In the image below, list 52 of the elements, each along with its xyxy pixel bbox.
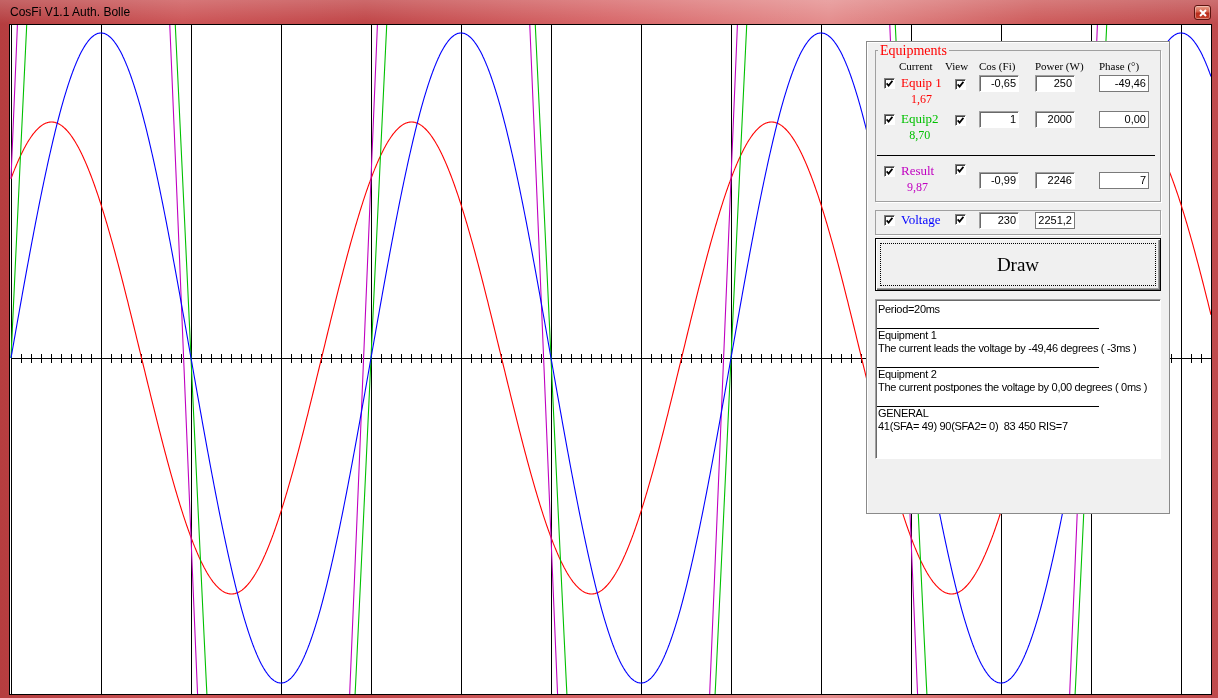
log-line: Equipment 1	[878, 329, 937, 342]
window-title: CosFi V1.1 Auth. Bolle	[10, 4, 131, 20]
column-header: Cos (Fi)	[979, 59, 1016, 73]
checkbox[interactable]	[884, 215, 895, 226]
output-field[interactable]: Period=20ms Equipment 1 The current leads the voltage by -49,46 degrees ( -3ms ) Equipment 2 The current postpones the voltage by 0,00 degrees ( 0ms ) GENERAL 41(SFA= 49) 90(SFA2= 0) 83 450 RIS=7	[875, 299, 1161, 459]
current-reading: 9,87	[907, 180, 929, 194]
log-line: Period=20ms	[878, 303, 940, 316]
log-line: GENERAL	[878, 407, 929, 420]
power-field[interactable]: 2000	[1035, 111, 1075, 128]
cos-fi-field[interactable]: -0,99	[979, 172, 1019, 189]
equipment-name: Equip2	[901, 112, 939, 126]
view-checkbox[interactable]	[955, 214, 966, 225]
view-checkbox[interactable]	[955, 164, 966, 175]
view-checkbox[interactable]	[955, 115, 966, 126]
phase-field[interactable]: -49,46	[1099, 75, 1149, 92]
checkmark-icon	[957, 216, 964, 223]
column-header: Current	[899, 59, 933, 73]
power-field[interactable]: 250	[1035, 75, 1075, 92]
checkmark-icon	[957, 117, 964, 124]
column-header: View	[945, 59, 969, 73]
cos-fi-field[interactable]: -0,65	[979, 75, 1019, 92]
checkbox[interactable]	[884, 78, 895, 89]
cos-fi-field[interactable]: 1	[979, 111, 1019, 128]
voltage-field[interactable]: 230	[979, 212, 1019, 229]
log-line: 41(SFA= 49) 90(SFA2= 0) 83 450 RIS=7	[878, 420, 1068, 433]
checkmark-icon	[886, 80, 893, 87]
current-reading: 1,67	[910, 92, 932, 106]
group-title: Equipments	[879, 43, 948, 58]
equipment-name: Equip 1	[901, 76, 942, 90]
column-header: Power (W)	[1035, 59, 1084, 73]
checkbox[interactable]	[884, 114, 895, 125]
column-header: Phase (°)	[1099, 59, 1140, 73]
log-line: The current leads the voltage by -49,46 degrees ( -3ms )	[878, 342, 1137, 355]
checkmark-icon	[886, 217, 893, 224]
checkmark-icon	[886, 168, 893, 175]
checkmark-icon	[957, 166, 964, 173]
close-button[interactable]	[1194, 5, 1211, 20]
checkmark-icon	[886, 116, 893, 123]
current-reading: 8,70	[909, 128, 931, 142]
view-checkbox[interactable]	[955, 79, 966, 90]
log-line: Equipment 2	[878, 368, 937, 381]
log-line: The current postpones the voltage by 0,00 degrees ( 0ms )	[878, 381, 1148, 394]
draw-button[interactable]: Draw	[875, 238, 1161, 291]
power-field[interactable]: 2246	[1035, 172, 1075, 189]
equipment-name: Result	[901, 164, 935, 178]
checkmark-icon	[957, 81, 964, 88]
checkbox[interactable]	[884, 166, 895, 177]
phase-field[interactable]: 0,00	[1099, 111, 1149, 128]
phase-field[interactable]: 7	[1099, 172, 1149, 189]
voltage-label: Voltage	[901, 213, 941, 227]
apparent-power-field[interactable]: 2251,2	[1035, 212, 1075, 229]
close-icon	[1198, 8, 1207, 17]
